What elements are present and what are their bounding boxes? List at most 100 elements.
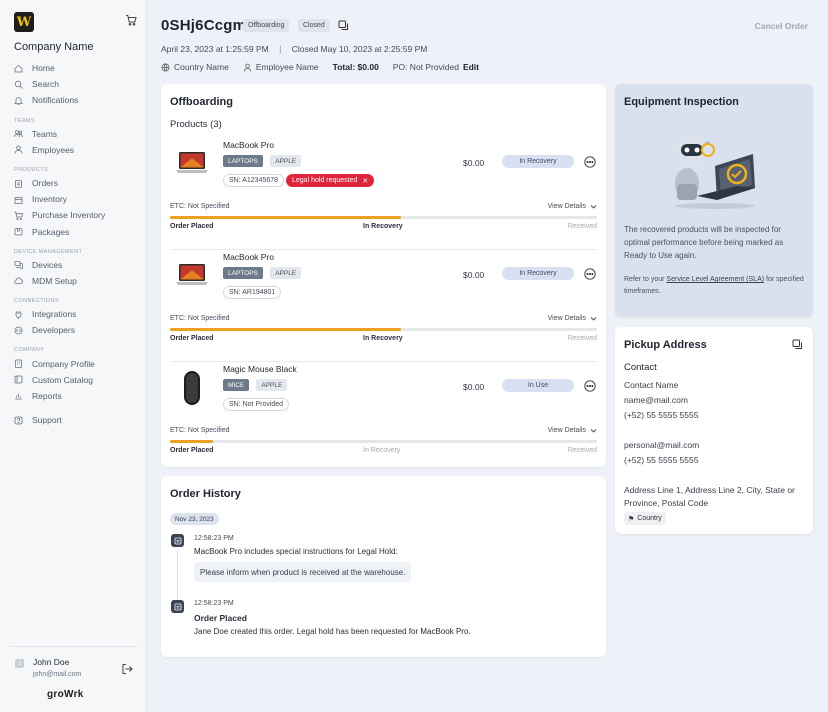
sidebar-item-packages[interactable]: Packages	[14, 224, 146, 240]
product-brand-tag: APPLE	[270, 267, 302, 279]
sidebar-item-inventory[interactable]: Inventory	[14, 191, 146, 207]
edit-po-link[interactable]: Edit	[463, 62, 479, 72]
sidebar-item-support[interactable]: Support	[14, 412, 146, 428]
history-description: includes special instructions for Legal …	[242, 547, 398, 556]
package-icon	[14, 228, 23, 236]
inspection-body-line: optimal performance before being marked …	[624, 238, 784, 247]
product-name: Magic Mouse Black	[223, 364, 297, 374]
avatar-initial: J	[18, 660, 21, 667]
sidebar-item-developers[interactable]: Developers	[14, 322, 146, 338]
company-logo[interactable]: W	[14, 12, 34, 32]
sla-link[interactable]: Service Level Agreement (SLA)	[666, 276, 764, 283]
product-image	[174, 370, 210, 406]
equipment-inspection-card: Equipment Inspection The recovered produ…	[615, 84, 813, 317]
inspection-body-line: Ready to Use again.	[624, 251, 697, 260]
sidebar-item-devices[interactable]: Devices	[14, 257, 146, 273]
devices-icon	[14, 261, 23, 270]
sidebar-item-label: Search	[32, 79, 59, 90]
sidebar-item-custom-catalog[interactable]: Custom Catalog	[14, 372, 146, 388]
legal-hold-badge[interactable]: Legal hold requested ✕	[286, 174, 375, 187]
date-separator: |	[279, 44, 282, 54]
country-meta: Country Name	[161, 62, 229, 72]
sidebar-item-company-profile[interactable]: Company Profile	[14, 355, 146, 371]
user-icon	[243, 63, 251, 72]
country-name: Country Name	[174, 62, 229, 72]
flag-icon: ⚑	[628, 515, 635, 523]
history-product: MacBook Pro	[194, 547, 243, 556]
serial-number: SN: A12345678	[223, 174, 285, 187]
user-icon	[14, 145, 23, 154]
view-details-button[interactable]: View Details	[548, 203, 597, 210]
more-options-icon[interactable]	[584, 380, 596, 392]
company-name: Company Name	[14, 41, 94, 53]
brand-logo: groWrk	[47, 689, 84, 700]
cloud-icon	[14, 278, 23, 285]
po-number: PO: Not Provided	[392, 62, 459, 72]
progress-fill	[170, 328, 401, 331]
history-product: MacBook Pro	[420, 627, 469, 636]
order-history-title: Order History	[170, 488, 241, 500]
history-title: Order Placed	[194, 613, 247, 623]
product-category-tag: MICE	[223, 379, 250, 391]
sidebar-item-notifications[interactable]: Notifications	[14, 92, 146, 108]
chevron-down-icon	[590, 205, 597, 209]
view-details-button[interactable]: View Details	[548, 427, 597, 434]
product-status-badge: In Recovery	[502, 155, 574, 168]
chart-icon	[14, 391, 23, 400]
history-event-icon	[171, 600, 184, 613]
sidebar-item-reports[interactable]: Reports	[14, 388, 146, 404]
product-item: MacBook Pro LAPTOPS APPLE SN: A12345678 Lega…	[170, 138, 597, 250]
search-icon	[14, 80, 23, 89]
more-options-icon[interactable]	[584, 156, 596, 168]
sidebar-item-label: Company Profile	[32, 358, 95, 369]
chevron-down-icon	[590, 317, 597, 321]
sidebar-item-label: Support	[32, 415, 62, 426]
employee-meta: Employee Name	[243, 62, 319, 72]
sidebar-item-home[interactable]: Home	[14, 60, 146, 76]
copy-icon[interactable]	[338, 20, 349, 31]
cart-icon[interactable]	[125, 14, 137, 26]
address-line: Address Line 1, Address Line 2, City, St…	[624, 485, 795, 495]
logo-letter: W	[16, 14, 32, 30]
sidebar-item-label: Custom Catalog	[32, 374, 93, 385]
inspection-title: Equipment Inspection	[624, 96, 739, 108]
cancel-order-button[interactable]: Cancel Order	[755, 21, 808, 31]
pickup-address-card: Pickup Address Contact Contact Name name…	[615, 327, 813, 534]
copy-address-icon[interactable]	[792, 339, 803, 350]
order-meta: Country Name Employee Name Total: $0.00 …	[161, 62, 479, 72]
legal-hold-label: Legal hold requested	[292, 177, 358, 184]
sidebar-item-orders[interactable]: Orders	[14, 175, 146, 191]
sidebar-item-employees[interactable]: Employees	[14, 142, 146, 158]
help-icon	[14, 416, 23, 424]
nav-section-title: PRODUCTS	[14, 166, 49, 173]
plug-icon	[15, 310, 22, 319]
sidebar-item-integrations[interactable]: Integrations	[14, 306, 146, 322]
product-status-badge: In Use	[502, 379, 574, 392]
building-icon	[14, 359, 23, 368]
timeline-line	[177, 550, 178, 600]
more-options-icon[interactable]	[584, 268, 596, 280]
sidebar-item-search[interactable]: Search	[14, 76, 146, 92]
logout-icon[interactable]	[121, 663, 133, 675]
sla-prefix: Refer to your	[624, 276, 667, 283]
sidebar-item-teams[interactable]: Teams	[14, 126, 146, 142]
sidebar: W Company Name Home Search Notifications TE…	[0, 0, 147, 712]
catalog-icon	[14, 375, 23, 384]
order-dates: April 23, 2023 at 1:25:59 PM | Closed Ma…	[161, 44, 427, 54]
sidebar-item-label: Packages	[32, 226, 70, 237]
globe-icon	[161, 63, 170, 71]
search-icon	[14, 80, 23, 89]
contact-name: Contact Name	[624, 380, 679, 390]
progress-step-order-placed: Order Placed	[170, 335, 214, 342]
closed-date: Closed May 10, 2023 at 2:25:59 PM	[291, 44, 428, 54]
main-content: 0SHj6Ccgmd Offboarding Closed Cancel Ord…	[147, 0, 828, 712]
sidebar-item-label: Devices	[32, 259, 63, 270]
view-details-button[interactable]: View Details	[548, 315, 597, 322]
close-icon[interactable]: ✕	[362, 177, 368, 185]
sidebar-item-mdm-setup[interactable]: MDM Setup	[14, 273, 146, 289]
sidebar-item-purchase-inventory[interactable]: Purchase Inventory	[14, 207, 146, 223]
sidebar-item-label: MDM Setup	[32, 275, 77, 286]
contact-email: name@mail.com	[624, 395, 688, 405]
progress-bar	[170, 328, 597, 331]
progress-steps: Order Placed In Recovery Received	[170, 447, 597, 457]
